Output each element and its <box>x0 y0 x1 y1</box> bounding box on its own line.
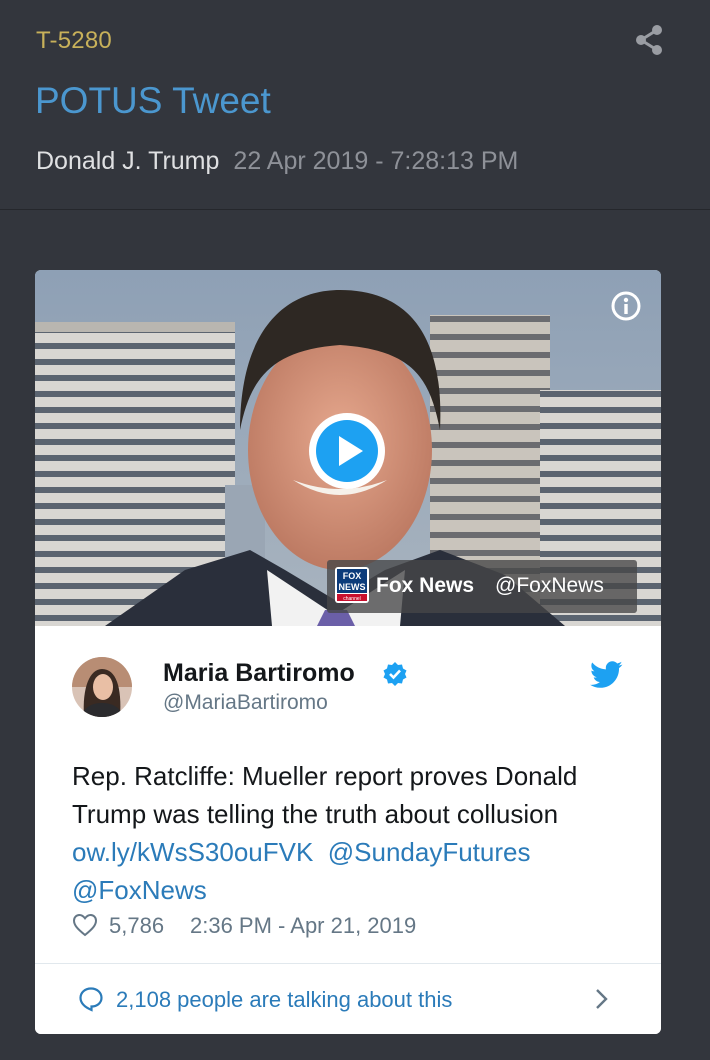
fox-news-logo: FOX NEWS channel <box>335 567 369 603</box>
post-id: T-5280 <box>36 27 112 54</box>
share-icon[interactable] <box>634 24 664 56</box>
tweet-author-handle[interactable]: @MariaBartiromo <box>163 691 328 715</box>
post-meta: Donald J. Trump 22 Apr 2019 - 7:28:13 PM <box>36 147 518 176</box>
post-header: T-5280 POTUS Tweet Donald J. Trump 22 Apr… <box>0 0 710 210</box>
video-source-bar[interactable]: FOX NEWS channel Fox News @FoxNews <box>327 560 637 613</box>
video-thumbnail[interactable]: FOX NEWS channel Fox News @FoxNews <box>35 270 661 626</box>
tweet-author-name[interactable]: Maria Bartiromo <box>163 659 355 688</box>
comment-icon <box>79 987 103 1012</box>
tweet-text: Rep. Ratcliffe: Mueller report proves Do… <box>72 757 632 909</box>
verified-icon <box>383 662 407 686</box>
tweet-link[interactable]: ow.ly/kWsS30ouFVK <box>72 837 313 867</box>
play-icon[interactable] <box>307 411 387 491</box>
post-title[interactable]: POTUS Tweet <box>35 80 271 122</box>
logo-text-fox: FOX <box>343 571 362 581</box>
chevron-right-icon <box>596 989 608 1009</box>
conversation-text: 2,108 people are talking about this <box>116 987 453 1012</box>
video-source-handle: @FoxNews <box>495 574 604 597</box>
conversation-link[interactable]: 2,108 people are talking about this <box>35 964 661 1034</box>
twitter-bird-icon[interactable] <box>590 661 623 689</box>
like-count: 5,786 <box>109 913 165 938</box>
tweet-mention-sundayfutures[interactable]: @SundayFutures <box>328 837 531 867</box>
tweet-date[interactable]: 2:36 PM - Apr 21, 2019 <box>190 913 416 939</box>
avatar[interactable] <box>72 657 132 717</box>
tweet-body: Maria Bartiromo @MariaBartiromo Rep. Rat… <box>35 626 661 1034</box>
info-icon[interactable] <box>610 290 642 322</box>
tweet-mention-foxnews[interactable]: @FoxNews <box>72 875 207 905</box>
embedded-tweet-card: FOX NEWS channel Fox News @FoxNews Maria… <box>35 270 661 1034</box>
post-author: Donald J. Trump <box>36 147 220 175</box>
logo-text-channel: channel <box>343 596 361 602</box>
tweet-text-body: Rep. Ratcliffe: Mueller report proves Do… <box>72 761 578 829</box>
video-source-name: Fox News <box>376 574 475 597</box>
heart-icon[interactable] <box>72 913 98 937</box>
logo-text-news: NEWS <box>339 582 366 592</box>
post-timestamp: 22 Apr 2019 - 7:28:13 PM <box>233 147 519 175</box>
